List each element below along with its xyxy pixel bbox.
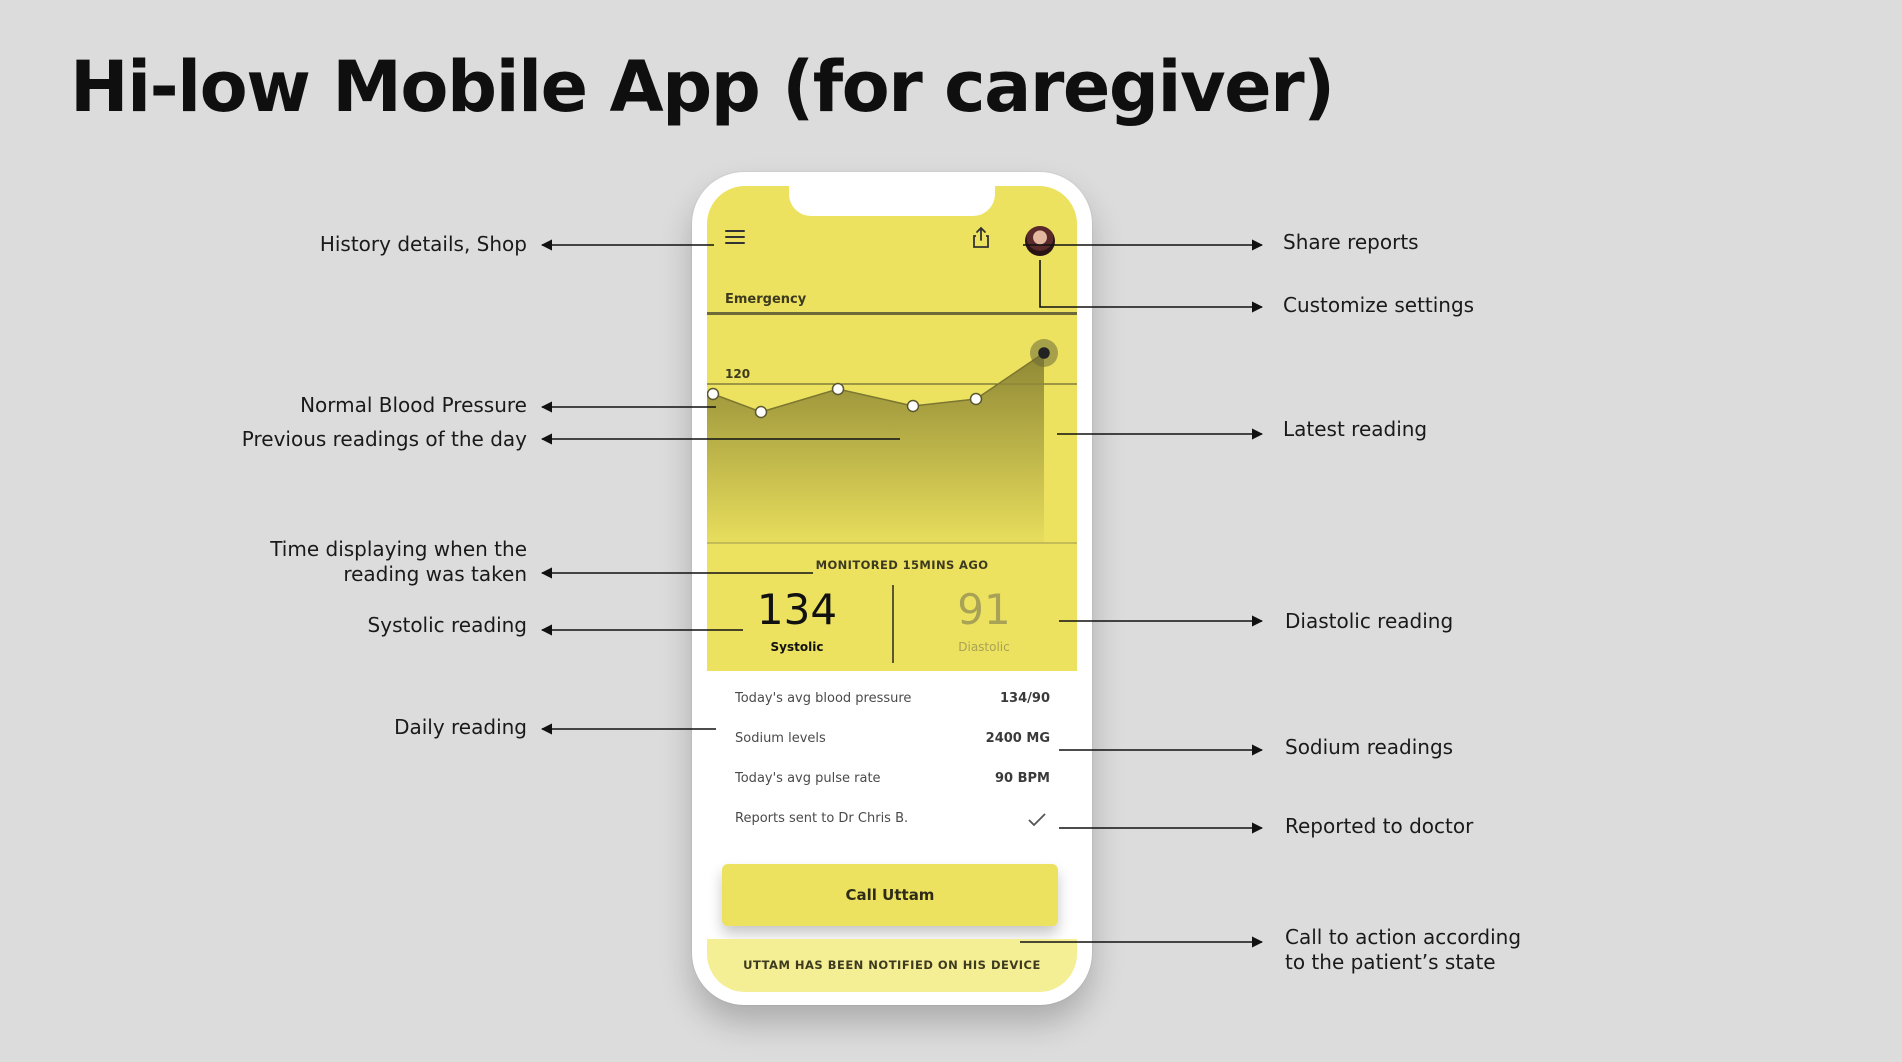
readings-divider — [892, 585, 894, 663]
monitored-time: MONITORED 15MINS AGO — [815, 558, 989, 572]
page-title: Hi-low Mobile App (for caregiver) — [70, 46, 1335, 128]
callout-cta-line1: Call to action according — [1285, 925, 1522, 949]
callout-systolic: Systolic reading — [367, 613, 527, 637]
systolic-value: 134 — [756, 585, 838, 634]
callout-time: Time displaying when the reading was tak… — [270, 537, 527, 587]
callout-diastolic: Diastolic reading — [1285, 609, 1454, 633]
callout-time-line2: reading was taken — [343, 562, 527, 586]
share-icon[interactable] — [970, 226, 992, 250]
callout-settings: Customize settings — [1283, 293, 1475, 317]
callout-cta: Call to action according to the patient’… — [1285, 925, 1521, 975]
stat-row-sodium: Sodium levels 2400 MG — [735, 731, 1050, 755]
diastolic-label: Diastolic — [958, 640, 1010, 654]
previous-reading-point[interactable] — [906, 399, 920, 413]
bp-trend-chart: 120 — [707, 339, 1077, 544]
stat-label: Sodium levels — [735, 731, 826, 746]
stat-row-pulse: Today's avg pulse rate 90 BPM — [735, 771, 1050, 795]
emergency-label: Emergency — [725, 292, 807, 307]
systolic-reading: 134 Systolic — [722, 585, 872, 655]
previous-reading-point[interactable] — [969, 392, 983, 406]
callout-doctor: Reported to doctor — [1285, 814, 1474, 838]
callout-previous-readings: Previous readings of the day — [241, 427, 527, 451]
stat-row-reports: Reports sent to Dr Chris B. — [735, 811, 1050, 835]
stat-value: 134/90 — [1000, 691, 1050, 706]
callout-share: Share reports — [1283, 230, 1419, 254]
diastolic-reading: 91 Diastolic — [909, 585, 1059, 655]
reading-trend-area — [707, 353, 1044, 543]
notification-banner: UTTAM HAS BEEN NOTIFIED ON HIS DEVICE — [707, 939, 1077, 992]
previous-reading-point[interactable] — [831, 382, 845, 396]
stat-label: Today's avg blood pressure — [735, 691, 912, 706]
previous-reading-point[interactable] — [754, 405, 768, 419]
diastolic-value: 91 — [957, 585, 1011, 634]
reading-panel: Emergency 120 MONITORED 15MINS AGO 134 S… — [707, 186, 1077, 671]
callout-daily: Daily reading — [394, 715, 527, 739]
latest-reading-point[interactable] — [1038, 347, 1050, 359]
menu-icon[interactable] — [725, 230, 745, 246]
stat-label: Today's avg pulse rate — [735, 771, 881, 786]
previous-reading-point[interactable] — [707, 387, 720, 401]
phone-notch — [789, 186, 995, 216]
callout-history: History details, Shop — [319, 232, 527, 256]
callout-latest: Latest reading — [1283, 417, 1428, 441]
callout-sodium: Sodium readings — [1285, 735, 1454, 759]
emergency-threshold-line — [707, 312, 1077, 315]
stat-value: 90 BPM — [995, 771, 1050, 786]
stat-row-avg-bp: Today's avg blood pressure 134/90 — [735, 691, 1050, 715]
normal-bp-value: 120 — [725, 367, 750, 381]
callout-cta-line2: to the patient’s state — [1285, 950, 1496, 974]
callout-normal-bp: Normal Blood Pressure — [300, 393, 527, 417]
callout-time-line1: Time displaying when the — [270, 537, 527, 561]
call-uttam-button[interactable]: Call Uttam — [722, 864, 1058, 926]
phone-screen: Emergency 120 MONITORED 15MINS AGO 134 S… — [707, 186, 1077, 992]
stat-value: 2400 MG — [985, 731, 1050, 746]
check-icon — [1028, 813, 1046, 827]
avatar[interactable] — [1025, 226, 1055, 256]
phone-mockup: Emergency 120 MONITORED 15MINS AGO 134 S… — [692, 172, 1092, 1005]
systolic-label: Systolic — [770, 640, 824, 654]
stat-label: Reports sent to Dr Chris B. — [735, 811, 909, 826]
